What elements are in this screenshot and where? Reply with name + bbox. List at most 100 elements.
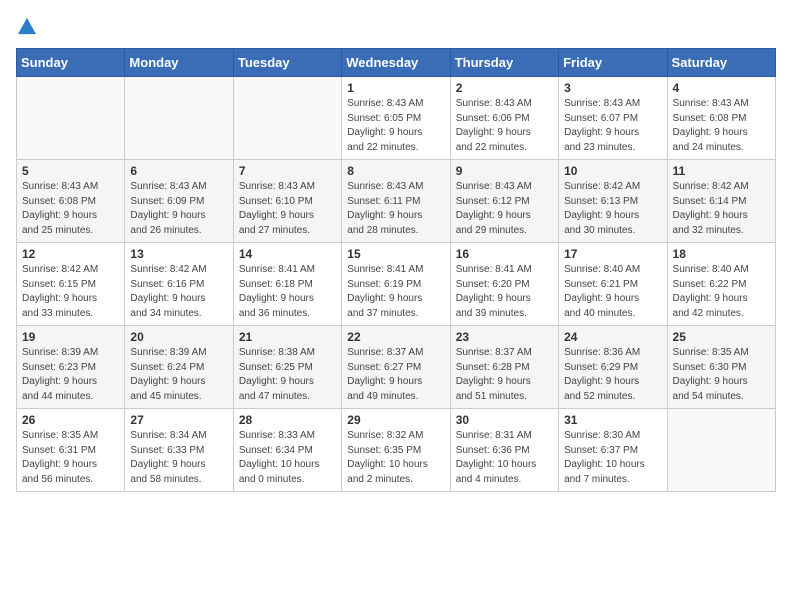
- day-info: Sunrise: 8:43 AM Sunset: 6:06 PM Dayligh…: [456, 97, 553, 155]
- day-header-friday: Friday: [559, 49, 667, 77]
- day-info: Sunrise: 8:43 AM Sunset: 6:08 PM Dayligh…: [22, 180, 119, 238]
- day-number: 26: [22, 413, 119, 427]
- calendar-cell: 7 Sunrise: 8:43 AM Sunset: 6:10 PM Daylig…: [233, 160, 341, 243]
- day-info: Sunrise: 8:42 AM Sunset: 6:14 PM Dayligh…: [673, 180, 770, 238]
- day-number: 13: [130, 247, 227, 261]
- calendar-cell: 21 Sunrise: 8:38 AM Sunset: 6:25 PM Dayli…: [233, 326, 341, 409]
- day-info: Sunrise: 8:32 AM Sunset: 6:35 PM Dayligh…: [347, 429, 444, 487]
- day-number: 27: [130, 413, 227, 427]
- day-number: 31: [564, 413, 661, 427]
- calendar-cell: 9 Sunrise: 8:43 AM Sunset: 6:12 PM Daylig…: [450, 160, 558, 243]
- calendar-table: SundayMondayTuesdayWednesdayThursdayFrid…: [16, 48, 776, 492]
- day-number: 12: [22, 247, 119, 261]
- calendar-cell: 16 Sunrise: 8:41 AM Sunset: 6:20 PM Dayli…: [450, 243, 558, 326]
- calendar-cell: 14 Sunrise: 8:41 AM Sunset: 6:18 PM Dayli…: [233, 243, 341, 326]
- day-info: Sunrise: 8:39 AM Sunset: 6:23 PM Dayligh…: [22, 346, 119, 404]
- calendar-cell: 2 Sunrise: 8:43 AM Sunset: 6:06 PM Daylig…: [450, 77, 558, 160]
- calendar-cell: 5Sunrise: 8:43 AM Sunset: 6:08 PM Daylig…: [17, 160, 125, 243]
- day-info: Sunrise: 8:30 AM Sunset: 6:37 PM Dayligh…: [564, 429, 661, 487]
- day-number: 11: [673, 164, 770, 178]
- day-info: Sunrise: 8:41 AM Sunset: 6:18 PM Dayligh…: [239, 263, 336, 321]
- calendar-cell: 11 Sunrise: 8:42 AM Sunset: 6:14 PM Dayli…: [667, 160, 775, 243]
- day-number: 29: [347, 413, 444, 427]
- day-info: Sunrise: 8:43 AM Sunset: 6:08 PM Dayligh…: [673, 97, 770, 155]
- calendar-cell: 23 Sunrise: 8:37 AM Sunset: 6:28 PM Dayli…: [450, 326, 558, 409]
- calendar-cell: 31 Sunrise: 8:30 AM Sunset: 6:37 PM Dayli…: [559, 409, 667, 492]
- day-info: Sunrise: 8:35 AM Sunset: 6:31 PM Dayligh…: [22, 429, 119, 487]
- day-info: Sunrise: 8:40 AM Sunset: 6:22 PM Dayligh…: [673, 263, 770, 321]
- day-header-thursday: Thursday: [450, 49, 558, 77]
- day-number: 9: [456, 164, 553, 178]
- calendar-cell: 1 Sunrise: 8:43 AM Sunset: 6:05 PM Daylig…: [342, 77, 450, 160]
- day-header-wednesday: Wednesday: [342, 49, 450, 77]
- day-info: Sunrise: 8:37 AM Sunset: 6:28 PM Dayligh…: [456, 346, 553, 404]
- day-info: Sunrise: 8:40 AM Sunset: 6:21 PM Dayligh…: [564, 263, 661, 321]
- day-info: Sunrise: 8:43 AM Sunset: 6:07 PM Dayligh…: [564, 97, 661, 155]
- day-info: Sunrise: 8:41 AM Sunset: 6:20 PM Dayligh…: [456, 263, 553, 321]
- calendar-cell: [233, 77, 341, 160]
- day-number: 10: [564, 164, 661, 178]
- calendar-cell: 18 Sunrise: 8:40 AM Sunset: 6:22 PM Dayli…: [667, 243, 775, 326]
- calendar-cell: 24 Sunrise: 8:36 AM Sunset: 6:29 PM Dayli…: [559, 326, 667, 409]
- day-info: Sunrise: 8:33 AM Sunset: 6:34 PM Dayligh…: [239, 429, 336, 487]
- day-number: 7: [239, 164, 336, 178]
- day-number: 24: [564, 330, 661, 344]
- calendar-cell: 15 Sunrise: 8:41 AM Sunset: 6:19 PM Dayli…: [342, 243, 450, 326]
- day-header-saturday: Saturday: [667, 49, 775, 77]
- day-info: Sunrise: 8:37 AM Sunset: 6:27 PM Dayligh…: [347, 346, 444, 404]
- calendar-cell: 10 Sunrise: 8:42 AM Sunset: 6:13 PM Dayli…: [559, 160, 667, 243]
- day-info: Sunrise: 8:38 AM Sunset: 6:25 PM Dayligh…: [239, 346, 336, 404]
- calendar-cell: 25 Sunrise: 8:35 AM Sunset: 6:30 PM Dayli…: [667, 326, 775, 409]
- day-info: Sunrise: 8:43 AM Sunset: 6:11 PM Dayligh…: [347, 180, 444, 238]
- calendar-cell: [17, 77, 125, 160]
- day-number: 18: [673, 247, 770, 261]
- day-number: 16: [456, 247, 553, 261]
- day-number: 23: [456, 330, 553, 344]
- day-number: 21: [239, 330, 336, 344]
- day-info: Sunrise: 8:31 AM Sunset: 6:36 PM Dayligh…: [456, 429, 553, 487]
- calendar-cell: 3 Sunrise: 8:43 AM Sunset: 6:07 PM Daylig…: [559, 77, 667, 160]
- day-info: Sunrise: 8:43 AM Sunset: 6:09 PM Dayligh…: [130, 180, 227, 238]
- day-number: 25: [673, 330, 770, 344]
- logo: [16, 16, 36, 40]
- day-number: 22: [347, 330, 444, 344]
- day-header-sunday: Sunday: [17, 49, 125, 77]
- calendar-cell: 8 Sunrise: 8:43 AM Sunset: 6:11 PM Daylig…: [342, 160, 450, 243]
- day-number: 8: [347, 164, 444, 178]
- day-info: Sunrise: 8:42 AM Sunset: 6:15 PM Dayligh…: [22, 263, 119, 321]
- day-number: 1: [347, 81, 444, 95]
- calendar-cell: [125, 77, 233, 160]
- day-info: Sunrise: 8:36 AM Sunset: 6:29 PM Dayligh…: [564, 346, 661, 404]
- calendar-cell: 12 Sunrise: 8:42 AM Sunset: 6:15 PM Dayli…: [17, 243, 125, 326]
- day-number: 4: [673, 81, 770, 95]
- calendar-cell: 13Sunrise: 8:42 AM Sunset: 6:16 PM Dayli…: [125, 243, 233, 326]
- day-number: 17: [564, 247, 661, 261]
- calendar-cell: 29 Sunrise: 8:32 AM Sunset: 6:35 PM Dayli…: [342, 409, 450, 492]
- day-number: 3: [564, 81, 661, 95]
- day-info: Sunrise: 8:43 AM Sunset: 6:10 PM Dayligh…: [239, 180, 336, 238]
- day-number: 19: [22, 330, 119, 344]
- day-number: 28: [239, 413, 336, 427]
- calendar-cell: 6Sunrise: 8:43 AM Sunset: 6:09 PM Daylig…: [125, 160, 233, 243]
- calendar-cell: 17 Sunrise: 8:40 AM Sunset: 6:21 PM Dayli…: [559, 243, 667, 326]
- calendar-cell: 19 Sunrise: 8:39 AM Sunset: 6:23 PM Dayli…: [17, 326, 125, 409]
- calendar-cell: 28 Sunrise: 8:33 AM Sunset: 6:34 PM Dayli…: [233, 409, 341, 492]
- day-info: Sunrise: 8:39 AM Sunset: 6:24 PM Dayligh…: [130, 346, 227, 404]
- day-info: Sunrise: 8:41 AM Sunset: 6:19 PM Dayligh…: [347, 263, 444, 321]
- day-header-monday: Monday: [125, 49, 233, 77]
- calendar-cell: 4 Sunrise: 8:43 AM Sunset: 6:08 PM Daylig…: [667, 77, 775, 160]
- day-number: 14: [239, 247, 336, 261]
- day-info: Sunrise: 8:35 AM Sunset: 6:30 PM Dayligh…: [673, 346, 770, 404]
- day-info: Sunrise: 8:42 AM Sunset: 6:13 PM Dayligh…: [564, 180, 661, 238]
- day-number: 2: [456, 81, 553, 95]
- calendar-cell: 22 Sunrise: 8:37 AM Sunset: 6:27 PM Dayli…: [342, 326, 450, 409]
- calendar-cell: 26 Sunrise: 8:35 AM Sunset: 6:31 PM Dayli…: [17, 409, 125, 492]
- day-info: Sunrise: 8:43 AM Sunset: 6:05 PM Dayligh…: [347, 97, 444, 155]
- day-number: 15: [347, 247, 444, 261]
- logo-icon: [18, 17, 36, 35]
- calendar-cell: [667, 409, 775, 492]
- day-info: Sunrise: 8:43 AM Sunset: 6:12 PM Dayligh…: [456, 180, 553, 238]
- calendar-cell: 30Sunrise: 8:31 AM Sunset: 6:36 PM Dayli…: [450, 409, 558, 492]
- day-header-tuesday: Tuesday: [233, 49, 341, 77]
- calendar-cell: 27Sunrise: 8:34 AM Sunset: 6:33 PM Dayli…: [125, 409, 233, 492]
